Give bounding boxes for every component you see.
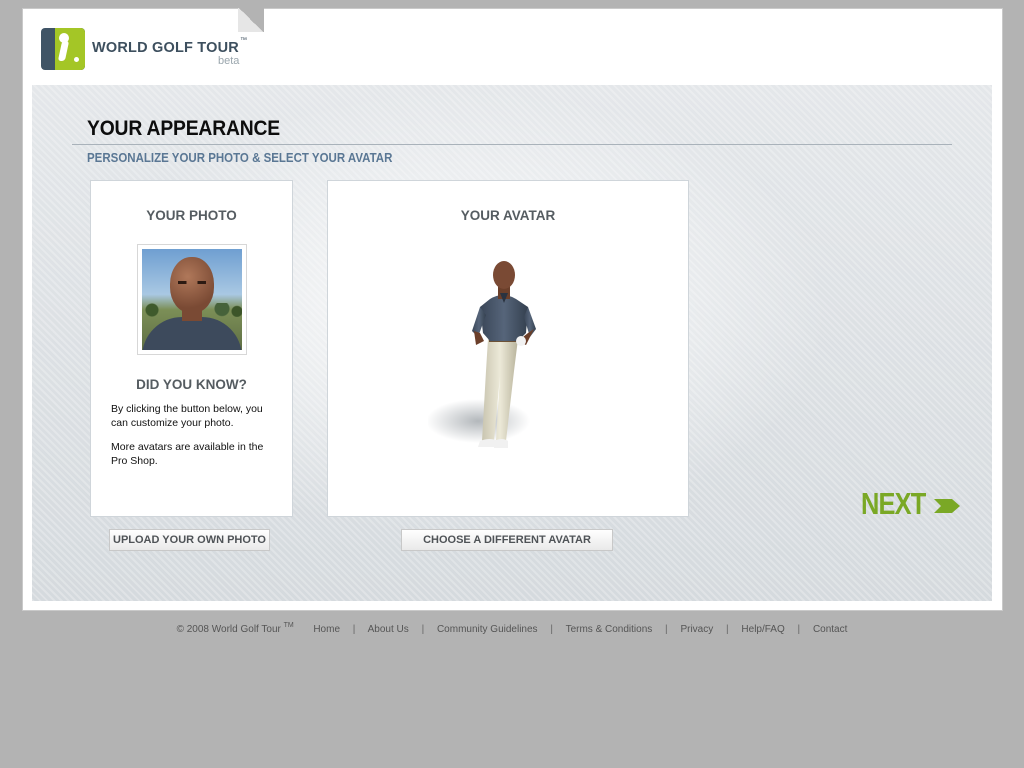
- page-title: YOUR APPEARANCE: [87, 117, 280, 140]
- footer-link-privacy[interactable]: Privacy: [680, 624, 713, 635]
- footer-copyright: © 2008 World Golf Tour TM: [176, 622, 294, 635]
- user-photo-image: [142, 249, 242, 350]
- footer-link-terms[interactable]: Terms & Conditions: [566, 624, 653, 635]
- footer-separator: |: [550, 624, 553, 635]
- title-divider: [72, 144, 952, 145]
- next-button[interactable]: NEXT: [861, 486, 963, 522]
- appearance-panel: YOUR APPEARANCE PERSONALIZE YOUR PHOTO &…: [32, 85, 992, 601]
- footer-link-home[interactable]: Home: [313, 624, 340, 635]
- footer-separator: |: [665, 624, 668, 635]
- footer: © 2008 World Golf Tour TM Home | About U…: [0, 622, 1024, 635]
- footer-separator: |: [797, 624, 801, 635]
- photo-card-heading: YOUR PHOTO: [146, 208, 237, 223]
- logo-text: WORLD GOLF TOUR: [92, 40, 239, 56]
- user-photo: [137, 244, 247, 355]
- upload-photo-button[interactable]: UPLOAD YOUR OWN PHOTO: [109, 529, 270, 551]
- did-you-know-heading: DID YOU KNOW?: [136, 377, 247, 392]
- arrow-right-icon: [934, 499, 960, 513]
- footer-link-about-us[interactable]: About Us: [368, 624, 409, 635]
- choose-avatar-button[interactable]: CHOOSE A DIFFERENT AVATAR: [401, 529, 613, 551]
- logo-beta-label: beta: [218, 55, 240, 67]
- next-label: NEXT: [861, 486, 926, 521]
- photo-card: YOUR PHOTO DID YOU KNOW? By clicking the…: [90, 180, 293, 517]
- footer-separator: |: [726, 624, 729, 635]
- footer-separator: |: [421, 624, 425, 635]
- avatar-card-heading: YOUR AVATAR: [460, 208, 556, 223]
- logo-trademark: ™: [240, 37, 247, 44]
- tip-pro-shop: More avatars are available in the Pro Sh…: [111, 441, 264, 467]
- page-subtitle: PERSONALIZE YOUR PHOTO & SELECT YOUR AVA…: [87, 151, 393, 165]
- footer-separator: |: [352, 624, 356, 635]
- footer-link-contact[interactable]: Contact: [813, 624, 847, 635]
- footer-link-community-guidelines[interactable]: Community Guidelines: [437, 624, 538, 635]
- golfer-logo-icon: [41, 28, 85, 70]
- avatar-card: YOUR AVATAR: [327, 180, 689, 517]
- footer-link-help-faq[interactable]: Help/FAQ: [741, 624, 784, 635]
- tip-customize-photo: By clicking the button below, you can cu…: [111, 403, 263, 429]
- world-golf-tour-logo[interactable]: WORLD GOLF TOUR ™ beta: [41, 28, 261, 72]
- avatar-figure: [428, 261, 536, 448]
